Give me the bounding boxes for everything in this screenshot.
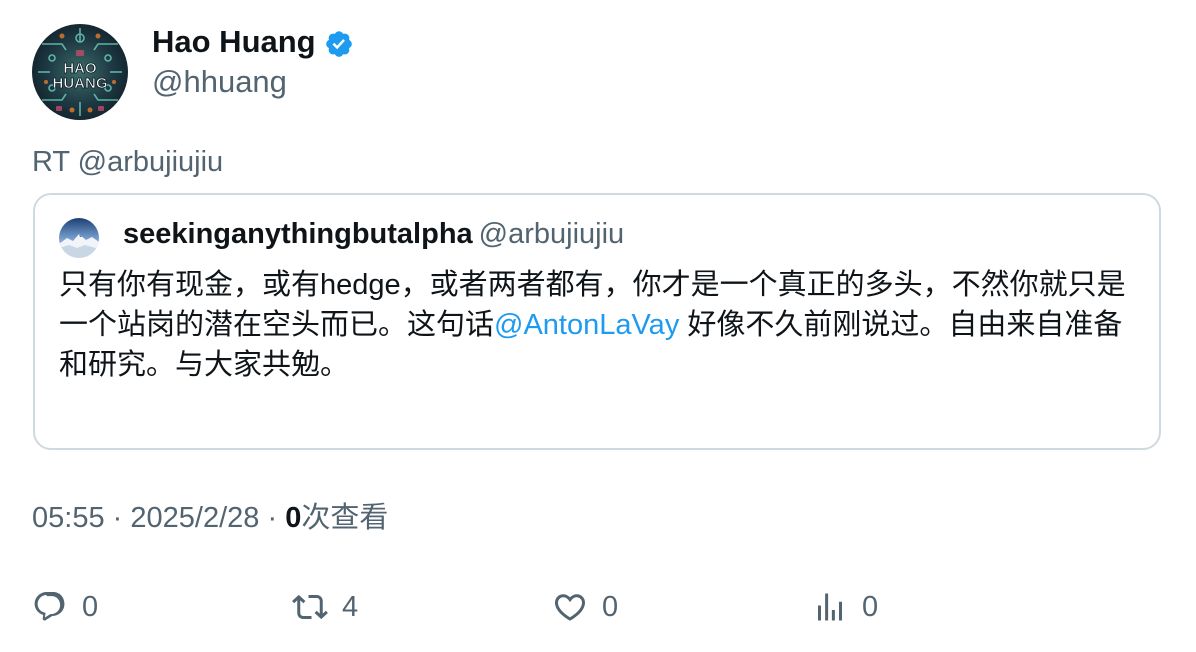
quoted-avatar[interactable] (59, 218, 99, 258)
tweet-date[interactable]: 2025/2/28 (130, 502, 259, 534)
tweet-time[interactable]: 05:55 (32, 502, 105, 534)
retweet-text: RT @arbujiujiu (32, 146, 224, 178)
views-action-count: 0 (862, 591, 879, 623)
quoted-avatar-image (59, 218, 99, 258)
reply-button[interactable]: 0 (32, 585, 98, 629)
views-label: 次查看 (301, 502, 389, 534)
mention-link[interactable]: @AntonLaVay (494, 309, 679, 341)
verified-badge-icon[interactable] (324, 29, 354, 59)
meta-separator: · (267, 502, 278, 534)
reply-icon (34, 592, 65, 621)
views-button[interactable]: 0 (812, 585, 878, 629)
reply-count: 0 (82, 591, 99, 623)
quoted-author-handle[interactable]: @arbujiujiu (479, 218, 625, 250)
author-name-row: Hao Huang (152, 22, 354, 62)
retweet-icon (292, 594, 328, 620)
meta-separator: · (112, 502, 123, 534)
author-name[interactable]: Hao Huang (152, 22, 316, 62)
quoted-tweet[interactable]: seekinganythingbutalpha @arbujiujiu 只有你有现… (33, 193, 1161, 450)
heart-icon (554, 594, 586, 621)
author-avatar[interactable]: HAO HUANG (32, 24, 128, 120)
like-button[interactable]: 0 (552, 585, 618, 629)
views-count: 0 (285, 502, 302, 534)
action-bar: 0 4 0 0 (32, 585, 1164, 629)
author-handle[interactable]: @hhuang (152, 62, 354, 102)
author-block: Hao Huang @hhuang (152, 22, 354, 102)
quoted-author-name[interactable]: seekinganythingbutalpha (123, 218, 473, 250)
avatar-text-huang: HUANG (53, 75, 108, 92)
like-count: 0 (602, 591, 619, 623)
author-avatar-image: HAO HUANG (32, 24, 128, 120)
quoted-tweet-text: 只有你有现金，或有hedge，或者两者都有，你才是一个真正的多头，不然你就只是一… (59, 265, 1139, 385)
quoted-header: seekinganythingbutalpha @arbujiujiu (123, 214, 624, 254)
retweet-count: 4 (342, 591, 359, 623)
tweet-meta: 05:55 · 2025/2/28 · 0次查看 (32, 498, 388, 538)
retweet-button[interactable]: 4 (292, 585, 358, 629)
analytics-icon (818, 593, 842, 621)
